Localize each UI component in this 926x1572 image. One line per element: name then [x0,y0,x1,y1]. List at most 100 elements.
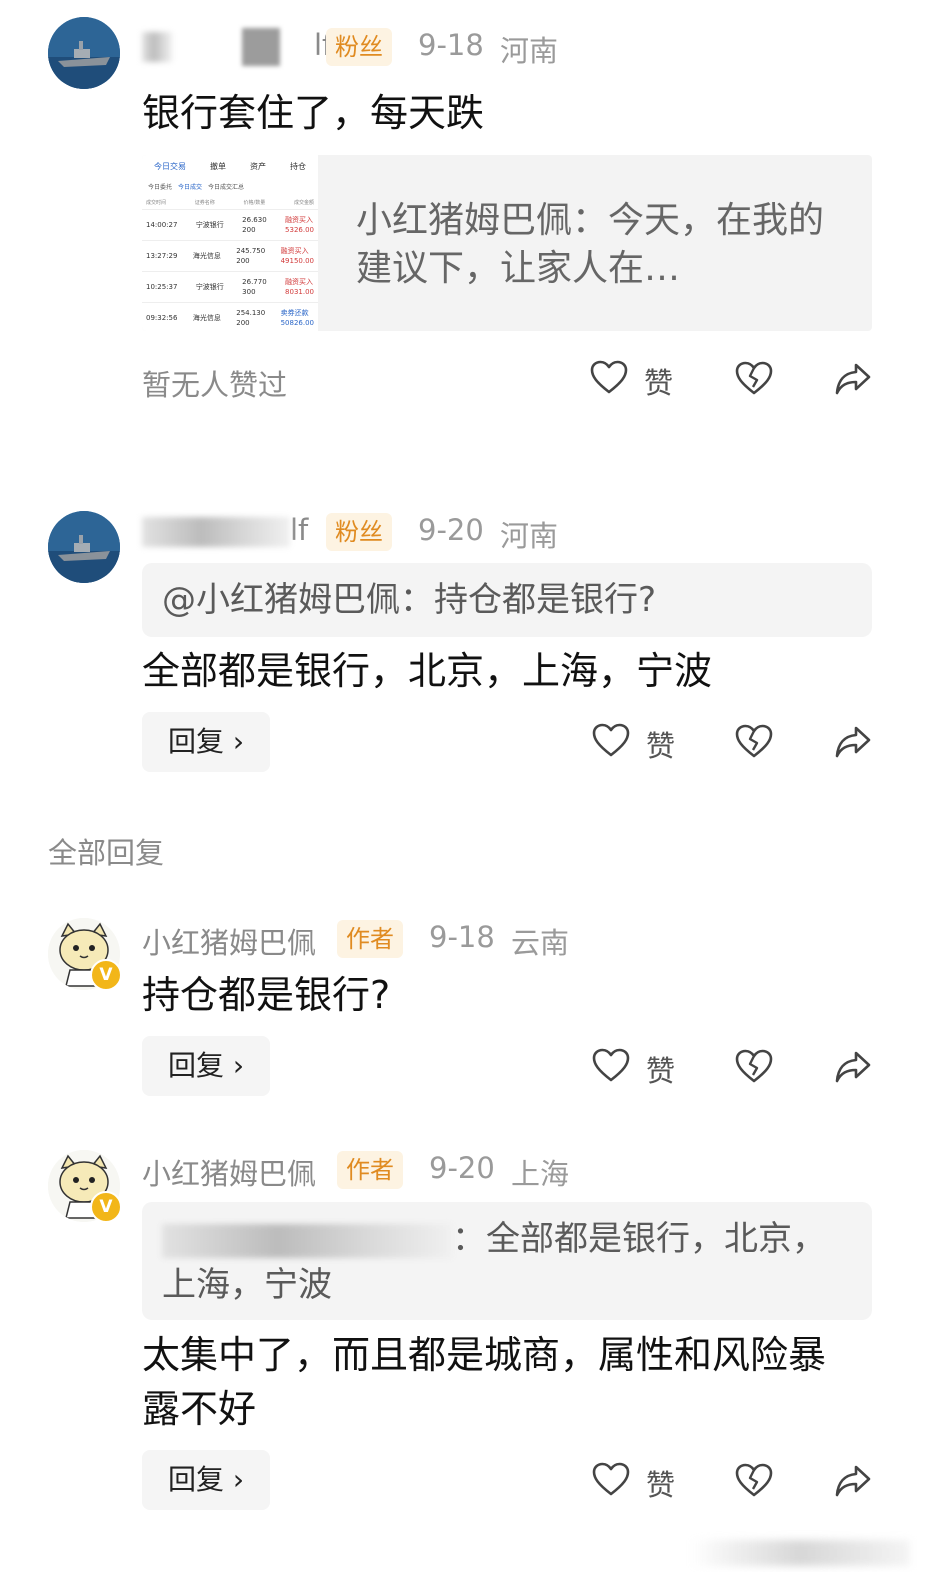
reply-label: 回复 [167,1463,224,1496]
comment-date: 9-18 [418,28,484,62]
verified-badge: V [90,959,122,991]
reply-button[interactable]: 回复 › [142,712,270,772]
author-badge: 作者 [337,1151,403,1189]
heart-outline-icon[interactable] [592,723,630,759]
comment-location: 上海 [511,1157,570,1191]
linked-post-text: 小红猪姆巴佩：今天，在我的建议下，让家人在… [356,200,825,289]
thumb-cell-sub: 5326.00 [285,226,314,234]
avatar[interactable] [48,511,120,583]
ship-avatar-image [48,17,120,89]
heart-outline-icon[interactable] [592,1048,630,1084]
thumb-cell: 245.750 200 [236,247,266,265]
thumb-tab: 持仓 [290,161,306,171]
thumb-cell: 海光信息 [192,252,221,260]
thumb-cell: 09:32:56 [146,314,178,322]
thumb-header: 证券名称 [194,199,215,206]
thumb-cell: 融资买入 5326.00 [285,216,314,234]
comment-location: 河南 [500,34,559,68]
thumb-subtab: 今日成交汇总 [208,183,245,191]
thumb-cell-sub: 300 [242,288,256,296]
linked-post-card[interactable]: 今日交易 撤单 资产 持仓 今日委托 今日成交 今日成交汇总 成交时间 证券名称… [142,155,872,331]
broken-heart-icon[interactable] [735,361,773,397]
thumb-tab: 今日交易 [154,161,186,171]
broken-heart-icon[interactable] [735,1463,773,1499]
thumb-cell-sub: 200 [242,226,256,234]
comment-date: 9-20 [429,1151,495,1185]
chevron-right-icon: › [232,1463,245,1496]
thumb-cell: 10:25:37 [146,283,178,291]
thumb-trade-row: 13:27:29 海光信息 245.750 200 融资买入 49150.00 [142,240,318,271]
like-label[interactable]: 赞 [646,1048,675,1090]
comment-location: 河南 [500,519,559,553]
comment-date: 9-18 [429,920,495,954]
redacted-name [142,517,290,547]
quoted-reply: ：全部都是银行，北京，上海，宁波 [142,1202,872,1320]
thumb-header: 成交时间 [146,199,167,206]
thumb-cell-sub: 50826.00 [280,319,314,327]
quoted-reply: @小红猪姆巴佩：持仓都是银行? [142,563,872,637]
thumb-cell-sub: 200 [236,257,250,265]
ship-avatar-image [48,511,120,583]
redacted-quoted-name [162,1223,452,1258]
reply-button[interactable]: 回复 › [142,1036,270,1096]
share-arrow-icon[interactable] [834,1463,872,1499]
thumb-cell: 融资买入 49150.00 [280,247,314,265]
broken-heart-icon[interactable] [735,724,773,760]
comment-location: 云南 [511,926,570,960]
thumb-trade-row: 14:00:27 宁波银行 26.630 200 融资买入 5326.00 [142,209,318,240]
chevron-right-icon: › [232,725,245,758]
reply-label: 回复 [167,725,224,758]
thumb-cell: 宁波银行 [195,283,224,291]
thumb-cell: 26.630 200 [242,216,267,234]
redacted-name [142,32,172,62]
section-title: 全部回复 [48,836,165,870]
thumb-cell-sub: 200 [236,319,250,327]
heart-outline-icon[interactable] [592,1462,630,1498]
comment-text: 太集中了，而且都是城商，属性和风险暴露不好 [142,1333,827,1431]
reply-label: 回复 [167,1049,224,1082]
fan-badge: 粉丝 [326,513,392,551]
username[interactable]: lf [142,28,332,66]
like-label[interactable]: 赞 [644,360,673,402]
broken-heart-icon[interactable] [735,1049,773,1085]
username[interactable]: lf [142,513,308,547]
thumb-cell: 254.130 200 [236,309,266,327]
username[interactable]: 小红猪姆巴佩 [142,920,316,962]
thumb-cell-sub: 49150.00 [280,257,314,265]
share-arrow-icon[interactable] [834,361,872,397]
thumb-trade-row: 10:25:37 宁波银行 26.770 300 融资买入 8031.00 [142,271,318,302]
username-suffix: lf [290,513,309,547]
redacted-name [242,28,280,66]
thumb-rows: 14:00:27 宁波银行 26.630 200 融资买入 5326.00 13:27:29… [142,209,318,331]
author-badge: 作者 [337,920,403,958]
verified-badge: V [90,1191,122,1223]
comment-text: 全部都是银行，北京，上海，宁波 [142,649,713,693]
thumb-cell-sub: 8031.00 [285,288,314,296]
share-arrow-icon[interactable] [834,1049,872,1085]
chevron-right-icon: › [232,1049,245,1082]
thumb-subtab: 今日成交 [178,183,203,191]
reply-button[interactable]: 回复 › [142,1450,270,1510]
like-label[interactable]: 赞 [646,723,675,765]
thumb-header: 价格/数量 [243,199,266,206]
comment-date: 9-20 [418,513,484,547]
no-likes-text: 暂无人赞过 [142,368,288,402]
thumb-cell: 14:00:27 [146,221,178,229]
thumb-cell: 26.770 300 [242,278,267,296]
thumb-tab: 资产 [250,161,266,171]
thumb-cell: 海光信息 [192,314,221,322]
trade-screenshot-thumbnail: 今日交易 撤单 资产 持仓 今日委托 今日成交 今日成交汇总 成交时间 证券名称… [142,155,318,331]
share-arrow-icon[interactable] [834,724,872,760]
username[interactable]: 小红猪姆巴佩 [142,1151,316,1193]
thumb-header: 成交金额 [293,199,314,206]
heart-outline-icon[interactable] [590,360,628,396]
thumb-tab: 撤单 [210,161,226,171]
like-label[interactable]: 赞 [646,1462,675,1504]
thumb-trade-row: 09:32:56 海光信息 254.130 200 卖券还款 50826.00 [142,302,318,331]
avatar[interactable] [48,17,120,89]
thumb-cell: 卖券还款 50826.00 [280,309,314,327]
comment-text: 持仓都是银行? [142,973,391,1017]
comment-text: 银行套住了，每天跌 [142,91,485,135]
fan-badge: 粉丝 [326,28,392,66]
thumb-cell: 融资买入 8031.00 [285,278,314,296]
